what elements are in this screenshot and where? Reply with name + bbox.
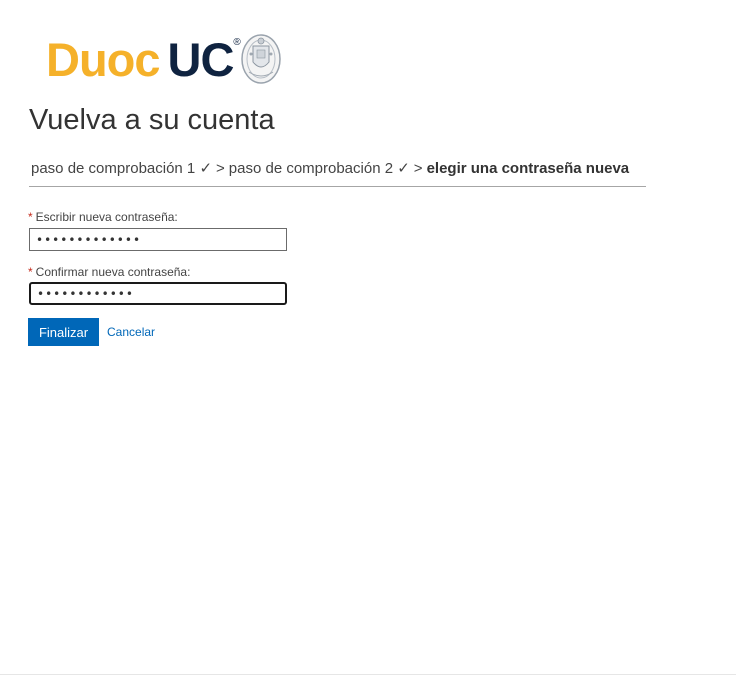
confirm-password-field[interactable] [29, 282, 287, 305]
breadcrumb-divider [29, 186, 646, 187]
new-password-field[interactable] [29, 228, 287, 251]
breadcrumb-separator: > [216, 160, 225, 177]
breadcrumb-current-step: elegir una contraseña nueva [426, 160, 630, 177]
logo-text-duoc: Duoc [46, 33, 160, 86]
finish-button[interactable]: Finalizar [28, 318, 99, 346]
new-password-label-text: Escribir nueva contraseña: [35, 210, 178, 224]
required-marker: * [28, 265, 33, 279]
duoc-uc-logo: Duoc UC ® [46, 32, 283, 88]
logo-text-uc: UC [167, 33, 235, 86]
page-title: Vuelva a su cuenta [29, 104, 275, 136]
cancel-link[interactable]: Cancelar [107, 325, 155, 339]
breadcrumb: paso de comprobación 1 ✓ > paso de comprob… [31, 159, 646, 179]
breadcrumb-separator: > [413, 160, 423, 177]
university-seal-icon [241, 34, 281, 84]
new-password-label: * Escribir nueva contraseña: [28, 210, 178, 224]
password-reset-page: Duoc UC ® Vuelva a su cuenta paso de com… [0, 0, 736, 676]
confirm-password-label: * Confirmar nueva contraseña: [28, 265, 190, 279]
confirm-password-label-text: Confirmar nueva contraseña: [35, 265, 191, 279]
page-bottom-border [0, 674, 736, 675]
breadcrumb-step-2: paso de comprobación 2 ✓ [228, 160, 410, 177]
breadcrumb-step-1: paso de comprobación 1 ✓ [31, 160, 213, 177]
required-marker: * [28, 210, 33, 224]
